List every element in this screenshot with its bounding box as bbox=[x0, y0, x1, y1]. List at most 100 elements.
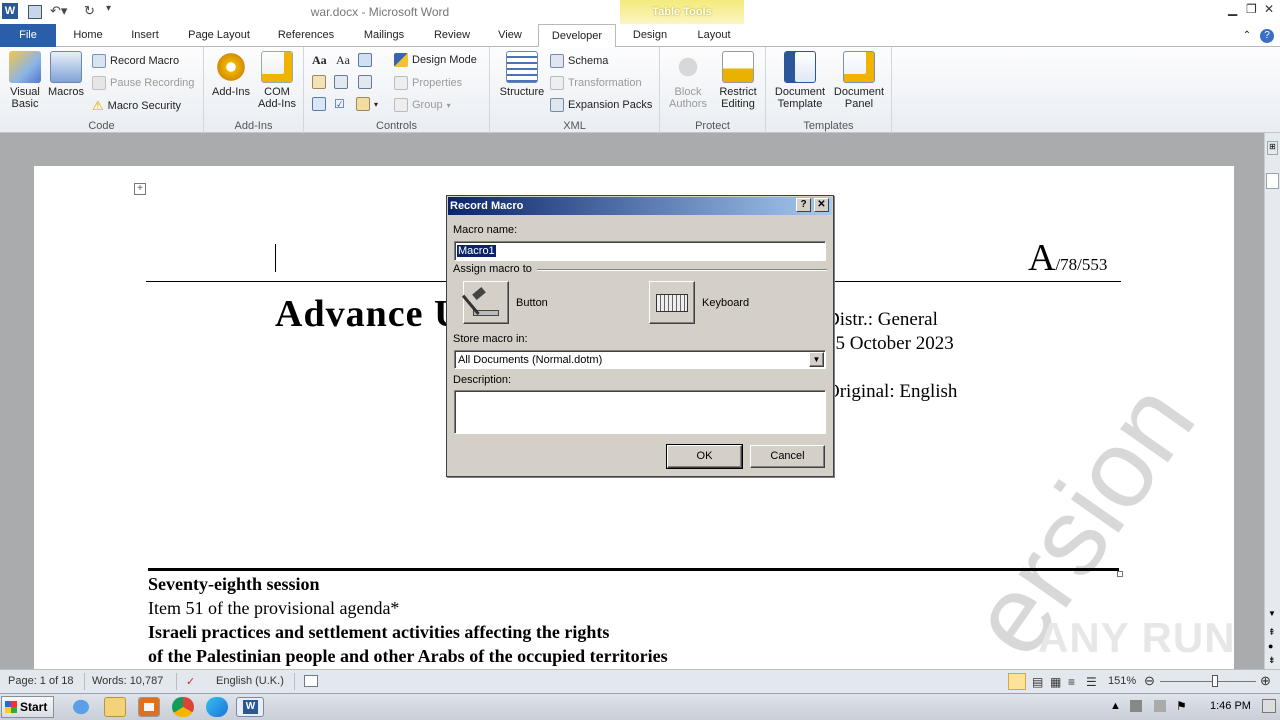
tab-file[interactable]: File bbox=[0, 24, 56, 47]
cancel-button[interactable]: Cancel bbox=[750, 445, 825, 468]
macros-button[interactable]: Macros bbox=[46, 51, 86, 98]
block-authors-button[interactable]: Block Authors bbox=[664, 51, 712, 110]
com-add-ins-button[interactable]: COM Add-Ins bbox=[254, 51, 300, 110]
browse-object-icon[interactable]: ● bbox=[1268, 641, 1273, 651]
edge-icon[interactable] bbox=[206, 697, 228, 717]
tab-home[interactable]: Home bbox=[62, 24, 114, 47]
structure-icon bbox=[506, 51, 538, 83]
group-button[interactable]: Group ▾ bbox=[394, 98, 451, 112]
clock[interactable]: 1:46 PM bbox=[1210, 700, 1251, 712]
checkbox-control-icon[interactable]: ☑ bbox=[334, 97, 345, 111]
zoom-slider[interactable] bbox=[1160, 681, 1256, 682]
minimize-ribbon-icon[interactable]: ⌃ bbox=[1240, 24, 1254, 47]
help-icon[interactable]: ? bbox=[1260, 29, 1274, 43]
dialog-close-button[interactable]: ✕ bbox=[814, 198, 829, 212]
tab-references[interactable]: References bbox=[268, 24, 344, 47]
scroll-down-icon[interactable]: ▼ bbox=[1268, 609, 1276, 618]
flag-icon[interactable]: ⚑ bbox=[1176, 699, 1187, 713]
scroll-thumb[interactable] bbox=[1266, 173, 1279, 189]
record-macro-button[interactable]: Record Macro bbox=[92, 54, 179, 68]
tab-design[interactable]: Design bbox=[624, 24, 676, 47]
macro-security-button[interactable]: ⚠ Macro Security bbox=[92, 98, 181, 114]
proofing-icon[interactable]: ✓ bbox=[186, 675, 195, 688]
building-block-control-icon[interactable] bbox=[312, 75, 326, 89]
description-textarea[interactable] bbox=[454, 390, 826, 434]
distribution: Distr.: General bbox=[826, 309, 938, 330]
document-template-button[interactable]: Document Template bbox=[770, 51, 830, 110]
ok-button[interactable]: OK bbox=[666, 444, 743, 469]
design-mode-button[interactable]: Design Mode bbox=[394, 53, 477, 67]
picture-control-icon[interactable] bbox=[358, 53, 372, 67]
minimize-icon[interactable]: ▁ bbox=[1228, 2, 1237, 16]
file-explorer-icon[interactable] bbox=[104, 697, 126, 717]
macro-name-input[interactable]: Macro1 bbox=[454, 241, 826, 261]
document-panel-button[interactable]: Document Panel bbox=[830, 51, 888, 110]
combo-box-control-icon[interactable] bbox=[334, 75, 348, 89]
full-screen-view-icon[interactable]: ▤ bbox=[1032, 675, 1043, 689]
plain-text-control-icon[interactable]: Aa bbox=[336, 53, 350, 68]
word-count[interactable]: Words: 10,787 bbox=[92, 675, 163, 687]
macro-recording-icon[interactable] bbox=[304, 675, 318, 687]
zoom-in-icon[interactable]: ⊕ bbox=[1260, 673, 1271, 689]
transformation-button[interactable]: Transformation bbox=[550, 76, 642, 90]
table-resize-handle[interactable] bbox=[1117, 571, 1123, 577]
outline-view-icon[interactable]: ≡ bbox=[1068, 675, 1075, 689]
hammer-icon bbox=[461, 286, 501, 316]
table-move-handle-icon[interactable]: + bbox=[134, 183, 146, 195]
zoom-level[interactable]: 151% bbox=[1108, 675, 1136, 687]
show-desktop-button[interactable] bbox=[1262, 699, 1276, 713]
drop-down-control-icon[interactable] bbox=[358, 75, 372, 89]
visual-basic-button[interactable]: Visual Basic bbox=[4, 51, 46, 110]
assign-button-button[interactable] bbox=[461, 281, 509, 324]
restrict-editing-button[interactable]: Restrict Editing bbox=[714, 51, 762, 110]
windows-logo-icon bbox=[5, 701, 17, 713]
structure-button[interactable]: Structure bbox=[494, 51, 550, 98]
web-layout-view-icon[interactable]: ▦ bbox=[1050, 675, 1061, 689]
date-picker-control-icon[interactable] bbox=[312, 97, 326, 111]
show-hidden-icons[interactable]: ▲ bbox=[1110, 700, 1121, 712]
original-language: Original: English bbox=[826, 381, 958, 402]
schema-button[interactable]: Schema bbox=[550, 54, 608, 68]
text-cursor bbox=[275, 244, 276, 272]
tab-page-layout[interactable]: Page Layout bbox=[178, 24, 260, 47]
internet-explorer-icon[interactable] bbox=[70, 697, 92, 717]
vertical-scrollbar[interactable]: ⊞ ▼ ⇞ ● ⇟ bbox=[1264, 133, 1280, 669]
media-player-icon[interactable] bbox=[138, 697, 160, 717]
tab-view[interactable]: View bbox=[488, 24, 532, 47]
document-symbol: A/78/553 bbox=[1028, 237, 1108, 279]
word-icon: W bbox=[243, 700, 258, 714]
assign-separator bbox=[537, 269, 827, 271]
tab-insert[interactable]: Insert bbox=[120, 24, 170, 47]
next-page-icon[interactable]: ⇟ bbox=[1268, 655, 1276, 666]
power-icon[interactable] bbox=[1154, 700, 1166, 712]
expansion-packs-button[interactable]: Expansion Packs bbox=[550, 98, 652, 112]
prev-page-icon[interactable]: ⇞ bbox=[1268, 627, 1276, 638]
pause-recording-button[interactable]: Pause Recording bbox=[92, 76, 194, 90]
restore-icon[interactable]: ❐ bbox=[1246, 2, 1257, 16]
tab-mailings[interactable]: Mailings bbox=[352, 24, 416, 47]
tab-layout[interactable]: Layout bbox=[686, 24, 742, 47]
draft-view-icon[interactable]: ☰ bbox=[1086, 675, 1097, 689]
chrome-icon[interactable] bbox=[172, 697, 194, 717]
properties-button[interactable]: Properties bbox=[394, 76, 462, 90]
tab-review[interactable]: Review bbox=[424, 24, 480, 47]
page-count[interactable]: Page: 1 of 18 bbox=[8, 675, 73, 687]
word-taskbar-button[interactable]: W bbox=[236, 697, 264, 717]
start-button[interactable]: Start bbox=[1, 696, 54, 718]
zoom-out-icon[interactable]: ⊖ bbox=[1144, 673, 1155, 689]
language-indicator[interactable]: English (U.K.) bbox=[216, 675, 284, 687]
close-icon[interactable]: ✕ bbox=[1264, 2, 1274, 16]
legacy-tools-icon[interactable]: ▾ bbox=[356, 97, 378, 111]
store-macro-select[interactable]: All Documents (Normal.dotm) ▼ bbox=[454, 350, 826, 369]
print-layout-view-icon[interactable] bbox=[1008, 673, 1026, 690]
assign-keyboard-button[interactable] bbox=[649, 281, 695, 324]
tab-developer[interactable]: Developer bbox=[538, 24, 616, 48]
chevron-down-icon[interactable]: ▼ bbox=[809, 352, 824, 367]
zoom-slider-thumb[interactable] bbox=[1212, 675, 1218, 687]
rich-text-control-icon[interactable]: Aa bbox=[312, 53, 327, 68]
ruler-toggle-icon[interactable]: ⊞ bbox=[1267, 141, 1278, 155]
network-icon[interactable] bbox=[1130, 700, 1142, 712]
add-ins-button[interactable]: Add-Ins bbox=[208, 51, 254, 98]
help-button[interactable]: ? bbox=[796, 198, 811, 212]
group-icon bbox=[394, 98, 408, 112]
